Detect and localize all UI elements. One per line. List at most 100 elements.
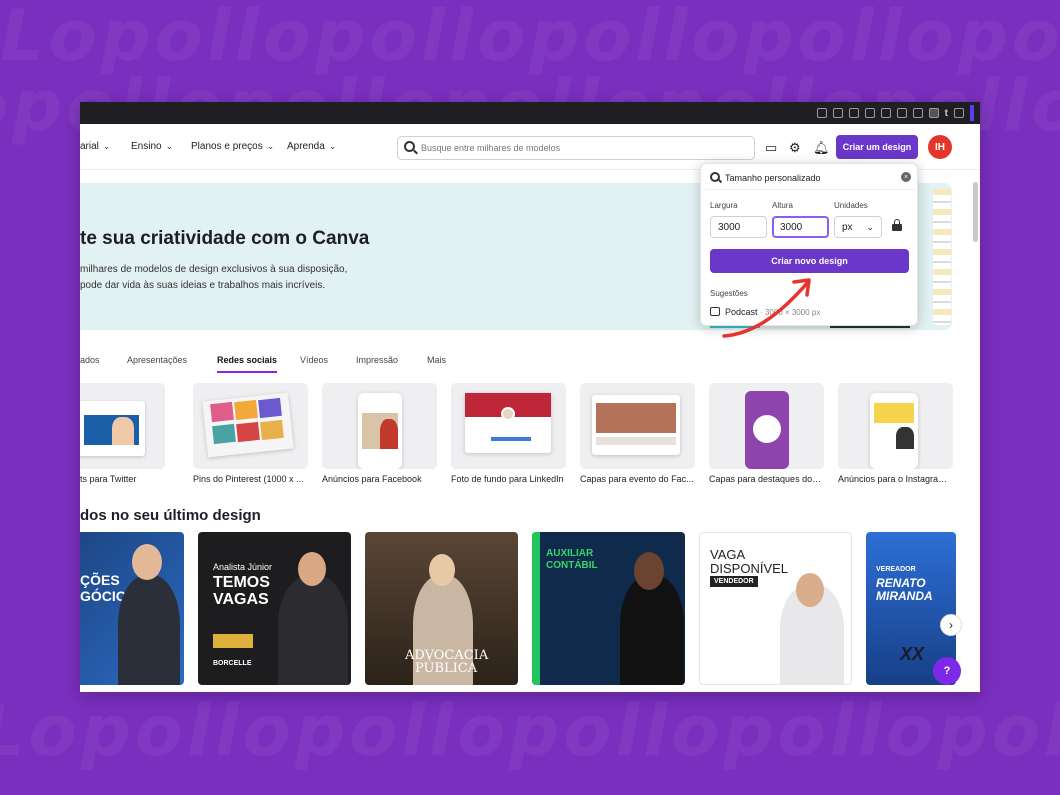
design-subtitle: Analista Júnior: [213, 562, 273, 572]
template-thumbnail: [580, 383, 695, 469]
person-photo: [278, 575, 348, 685]
search-input[interactable]: Busque entre milhares de modelos: [397, 136, 755, 160]
person-photo: [429, 554, 455, 586]
category-tabs: ados Apresentações Redes sociais Vídeos …: [80, 355, 980, 375]
chevron-down-icon: ⌄: [266, 141, 275, 151]
browser-toolbar: t: [80, 102, 980, 124]
cube-icon[interactable]: [954, 108, 964, 118]
tab-destacados[interactable]: ados: [80, 355, 100, 365]
template-card-label: Anúncios para o Instagram...: [838, 474, 953, 484]
chevron-right-icon: ›: [949, 618, 953, 632]
design-card[interactable]: ÇÕES GÓCIOS: [80, 532, 184, 685]
design-title: PÚBLICA: [415, 661, 478, 676]
gear-icon[interactable]: ⚙: [789, 141, 801, 154]
template-card[interactable]: Anúncios para Facebook: [322, 383, 437, 484]
nav-item-ensino[interactable]: Ensino ⌄: [131, 141, 173, 152]
search-placeholder: Busque entre milhares de modelos: [421, 143, 561, 153]
template-card-label: Foto de fundo para LinkedIn: [451, 474, 564, 484]
nav-item-label: arial: [80, 141, 99, 152]
template-card[interactable]: Anúncios para o Instagram...: [838, 383, 953, 484]
hero-illustration: [933, 189, 951, 325]
design-subtitle: VEREADOR: [876, 566, 916, 573]
template-thumbnail: [838, 383, 953, 469]
tab-apresentacoes[interactable]: Apresentações: [127, 355, 187, 365]
design-badge: [213, 634, 253, 648]
template-card-label: ts para Twitter: [80, 474, 137, 484]
template-card[interactable]: Pins do Pinterest (1000 x ...: [193, 383, 308, 484]
search-icon: [710, 172, 720, 182]
nav-item-empresarial[interactable]: arial ⌄: [80, 141, 110, 152]
design-card[interactable]: Analista Júnior TEMOS VAGAS BORCELLE: [198, 532, 351, 685]
extension-icon[interactable]: [816, 108, 827, 118]
design-card[interactable]: VAGA DISPONÍVEL VENDEDOR: [699, 532, 852, 685]
save-icon[interactable]: [896, 108, 907, 118]
profile-icon[interactable]: [928, 108, 939, 118]
play-icon[interactable]: [864, 108, 875, 118]
camera-icon[interactable]: [832, 108, 843, 118]
hero-subtitle-line: pode dar vida às suas ideias e trabalhos…: [80, 280, 326, 291]
chevron-down-icon: ⌄: [102, 141, 111, 151]
design-brand: BORCELLE: [213, 660, 252, 667]
scrollbar[interactable]: [973, 182, 978, 242]
custom-size-search[interactable]: Tamanho personalizado ×: [705, 168, 915, 190]
template-thumbnail: [451, 383, 566, 469]
design-title: RENATO: [876, 576, 926, 590]
height-label: Altura: [772, 201, 793, 210]
template-card[interactable]: Capas para evento do Fac...: [580, 383, 695, 484]
chevron-down-icon: ⌄: [328, 141, 337, 151]
height-input[interactable]: 3000: [772, 216, 829, 238]
design-accent: [532, 532, 540, 685]
tab-redes-sociais[interactable]: Redes sociais: [217, 355, 278, 373]
design-title: CONTÁBIL: [546, 560, 598, 571]
design-card[interactable]: ADVOCACIA PÚBLICA: [365, 532, 518, 685]
menu-icon[interactable]: [912, 108, 923, 118]
units-select[interactable]: px ⌄: [834, 216, 882, 238]
design-title: VAGA: [710, 547, 746, 562]
template-card[interactable]: Foto de fundo para LinkedIn: [451, 383, 566, 484]
width-label: Largura: [710, 201, 738, 210]
template-card[interactable]: ts para Twitter: [80, 383, 165, 484]
section-title: dos no seu último design: [80, 507, 261, 524]
template-card[interactable]: Capas para destaques dos ...: [709, 383, 824, 484]
search-icon: [404, 141, 415, 152]
sidebar-accent: [970, 105, 974, 121]
width-input[interactable]: 3000: [710, 216, 767, 238]
person-photo: [796, 573, 824, 607]
template-card-label: Capas para destaques dos ...: [709, 474, 824, 484]
tumblr-icon[interactable]: t: [945, 108, 948, 119]
template-thumbnail: [709, 383, 824, 469]
bell-icon[interactable]: 🔔︎: [813, 141, 830, 154]
design-title: DISPONÍVEL: [710, 561, 789, 576]
nav-item-aprenda[interactable]: Aprenda ⌄: [287, 141, 336, 152]
tab-impressao[interactable]: Impressão: [356, 355, 398, 365]
download-icon[interactable]: [848, 108, 859, 118]
browser-window: t arial ⌄ Ensino ⌄ Planos e preços ⌄ Aprend…: [80, 102, 980, 692]
carousel-next-button[interactable]: ›: [940, 614, 962, 636]
design-title: VAGAS: [213, 591, 269, 608]
person-photo: [298, 552, 326, 586]
clear-icon[interactable]: ×: [901, 172, 911, 182]
design-title: AUXILIAR: [546, 548, 594, 559]
desktop-icon[interactable]: ▭: [765, 141, 777, 154]
create-design-button[interactable]: Criar um design: [836, 135, 918, 159]
template-card-label: Pins do Pinterest (1000 x ...: [193, 474, 304, 484]
help-button[interactable]: ?: [933, 657, 961, 685]
template-thumbnail: [322, 383, 437, 469]
hero-subtitle-line: milhares de modelos de design exclusivos…: [80, 264, 348, 275]
avatar[interactable]: IH: [928, 135, 952, 159]
heart-icon[interactable]: [880, 108, 891, 118]
nav-item-planos[interactable]: Planos e preços ⌄: [191, 141, 274, 152]
design-card[interactable]: AUXILIAR CONTÁBIL: [532, 532, 685, 685]
template-thumbnail: [193, 383, 308, 469]
hero-title: te sua criatividade com o Canva: [80, 228, 370, 249]
lock-icon[interactable]: [892, 219, 902, 233]
create-new-design-button[interactable]: Criar novo design: [710, 249, 909, 273]
template-card-label: Capas para evento do Fac...: [580, 474, 694, 484]
design-title: MIRANDA: [876, 589, 933, 603]
person-photo: [132, 544, 162, 580]
hero-subtitle: milhares de modelos de design exclusivos…: [80, 262, 380, 294]
template-thumbnail: [80, 383, 165, 469]
tab-videos[interactable]: Vídeos: [300, 355, 328, 365]
units-label: Unidades: [834, 201, 868, 210]
tab-mais[interactable]: Mais: [427, 355, 446, 365]
